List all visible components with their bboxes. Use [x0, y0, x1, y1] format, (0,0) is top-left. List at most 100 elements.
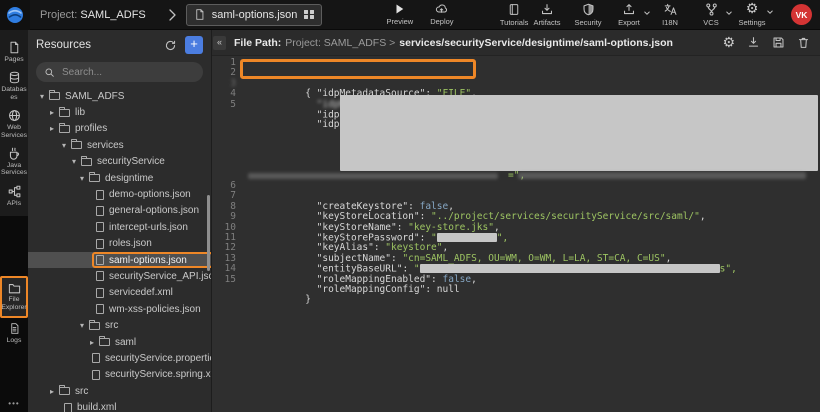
tutorials-button[interactable]: Tutorials	[500, 3, 528, 27]
tree-label: saml	[115, 337, 136, 348]
sidebar-item-databases[interactable]: Databases	[0, 67, 28, 105]
blurred-remnant	[518, 172, 806, 179]
trash-icon[interactable]	[797, 36, 810, 49]
tree-item-servicedef[interactable]: servicedef.xml	[28, 285, 211, 301]
tree-label: wm-xss-policies.json	[109, 304, 201, 315]
deploy-button[interactable]: Deploy	[428, 3, 456, 26]
tree-item-security-service-properties[interactable]: securityService.properties	[28, 350, 211, 366]
chevron-right-icon[interactable]	[168, 9, 176, 21]
code-line-8[interactable]: 8 "keyStoreName": "key-store.jks",	[212, 202, 820, 212]
folder-icon	[59, 109, 70, 117]
tree-item-saml-options[interactable]: saml-options.json	[28, 252, 211, 268]
code-line-10[interactable]: 10 "keyAlias": "keystore",	[212, 223, 820, 233]
project-prefix: Project:	[40, 9, 77, 21]
sidebar-item-web-services[interactable]: Web Services	[0, 105, 28, 143]
folder-icon	[99, 338, 110, 346]
artifacts-button[interactable]: Artifacts	[533, 3, 561, 27]
resources-panel: Resources + ▾ SAML_ADFS ▸ lib ▸ profil	[28, 30, 212, 412]
api-nodes-icon	[8, 185, 21, 198]
save-icon[interactable]	[772, 36, 785, 49]
sidebar-item-logs[interactable]: Logs	[0, 318, 28, 348]
code-line-6[interactable]: 6 "createKeystore": false,	[212, 181, 820, 191]
file-settings-icon[interactable]: ⚙	[722, 36, 735, 50]
web-services-label: Web Services	[1, 124, 28, 139]
resources-scrollbar[interactable]	[207, 195, 210, 271]
code-line-14[interactable]: 14 "roleMappingConfig": null	[212, 264, 820, 274]
deploy-label: Deploy	[430, 17, 453, 26]
resource-tree: ▾ SAML_ADFS ▸ lib ▸ profiles ▾ services …	[28, 88, 211, 412]
code-line-9[interactable]: 9 "keyStorePassword": "",	[212, 212, 820, 222]
export-button[interactable]: Export	[615, 3, 643, 27]
code-line-1[interactable]: 1 - {	[212, 58, 820, 68]
settings-button[interactable]: ⚙ Settings	[738, 2, 766, 27]
code-editor[interactable]: 1 - { 2 "idpMetadataSource": "FILE", 3 "…	[212, 56, 820, 412]
code-line-3[interactable]: 3 "idpMetadataUrl": null,	[212, 79, 820, 89]
file-icon	[96, 304, 104, 314]
add-resource-button[interactable]: +	[185, 36, 203, 54]
folder-icon	[59, 387, 70, 395]
vcs-button[interactable]: VCS	[697, 3, 725, 27]
tree-item-intercept-urls[interactable]: intercept-urls.json	[28, 219, 211, 235]
tree-label: servicedef.xml	[109, 287, 173, 298]
sidebar-item-file-explorer[interactable]: File Explorer	[0, 276, 28, 318]
database-icon	[8, 71, 21, 84]
tree-item-roles[interactable]: roles.json	[28, 236, 211, 252]
refresh-icon[interactable]	[164, 39, 177, 52]
collapse-panel-button[interactable]: «	[213, 36, 226, 50]
tree-label: services	[87, 140, 124, 151]
code-line-13[interactable]: 13 "roleMappingEnabled": false,	[212, 254, 820, 264]
tree-item-lib[interactable]: ▸ lib	[28, 104, 211, 120]
tree-item-profiles[interactable]: ▸ profiles	[28, 121, 211, 137]
tree-label: securityService_API.json	[109, 271, 211, 282]
code-line-12[interactable]: 12 "entityBaseURL": "s",	[212, 243, 820, 253]
tree-item-demo-options[interactable]: demo-options.json	[28, 186, 211, 202]
sidebar-item-apis[interactable]: APIs	[0, 181, 28, 211]
i18n-button[interactable]: I18N	[656, 3, 684, 27]
tree-item-security-service-api[interactable]: securityService_API.json	[28, 268, 211, 284]
tree-item-build-xml[interactable]: build.xml	[28, 399, 211, 412]
file-path-actions: ⚙	[722, 36, 820, 50]
tree-item-wm-xss-policies[interactable]: wm-xss-policies.json	[28, 301, 211, 317]
folder-icon	[49, 92, 60, 100]
app-logo[interactable]	[0, 0, 30, 30]
search-input[interactable]	[60, 66, 180, 79]
folder-icon	[59, 125, 70, 133]
search-box	[36, 62, 203, 82]
tree-item-security-service[interactable]: ▾ securityService	[28, 154, 211, 170]
file-icon	[96, 255, 104, 265]
security-button[interactable]: Security	[574, 3, 602, 27]
code-line-2[interactable]: 2 "idpMetadataSource": "FILE",	[212, 68, 820, 78]
tree-item-src-2[interactable]: ▸ src	[28, 383, 211, 399]
tree-item-src[interactable]: ▾ src	[28, 317, 211, 333]
tree-item-saml[interactable]: ▸ saml	[28, 334, 211, 350]
tree-item-designtime[interactable]: ▾ designtime	[28, 170, 211, 186]
brand-swirl-icon	[6, 6, 24, 24]
file-icon	[92, 353, 100, 363]
code-line-7[interactable]: 7 "keyStoreLocation": "../project/servic…	[212, 191, 820, 201]
download-icon[interactable]	[747, 36, 760, 49]
globe-icon	[8, 109, 21, 122]
tree-label: securityService.properties	[105, 353, 211, 364]
tree-item-security-service-spring[interactable]: securityService.spring.xml	[28, 367, 211, 383]
tree-label: build.xml	[77, 402, 116, 412]
tree-label: src	[75, 386, 88, 397]
tree-item-services[interactable]: ▾ services	[28, 137, 211, 153]
code-line-11[interactable]: 11 "subjectName": "cn=SAML_ADFS, OU=WM, …	[212, 233, 820, 243]
sidebar-item-pages[interactable]: Pages	[0, 37, 28, 67]
rail-more-button[interactable]: •••	[0, 399, 28, 408]
grid-icon[interactable]	[304, 10, 314, 20]
tab-saml-options[interactable]: saml-options.json	[186, 4, 322, 26]
sidebar-item-java-services[interactable]: Java Services	[0, 143, 28, 181]
preview-label: Preview	[387, 17, 414, 26]
fold-marker[interactable]: -	[239, 58, 245, 68]
tree-item-saml-adfs[interactable]: ▾ SAML_ADFS	[28, 88, 211, 104]
tree-label: designtime	[105, 173, 153, 184]
tree-label: saml-options.json	[109, 255, 187, 266]
tutorials-label: Tutorials	[500, 18, 528, 27]
redaction-block-public-key	[340, 95, 818, 171]
tree-item-general-options[interactable]: general-options.json	[28, 203, 211, 219]
preview-button[interactable]: Preview	[386, 3, 414, 26]
code-line-15[interactable]: 15 }	[212, 275, 820, 285]
app-window: Project: SAML_ADFS saml-options.json Pre…	[0, 0, 820, 412]
user-avatar[interactable]: VK	[791, 4, 812, 25]
